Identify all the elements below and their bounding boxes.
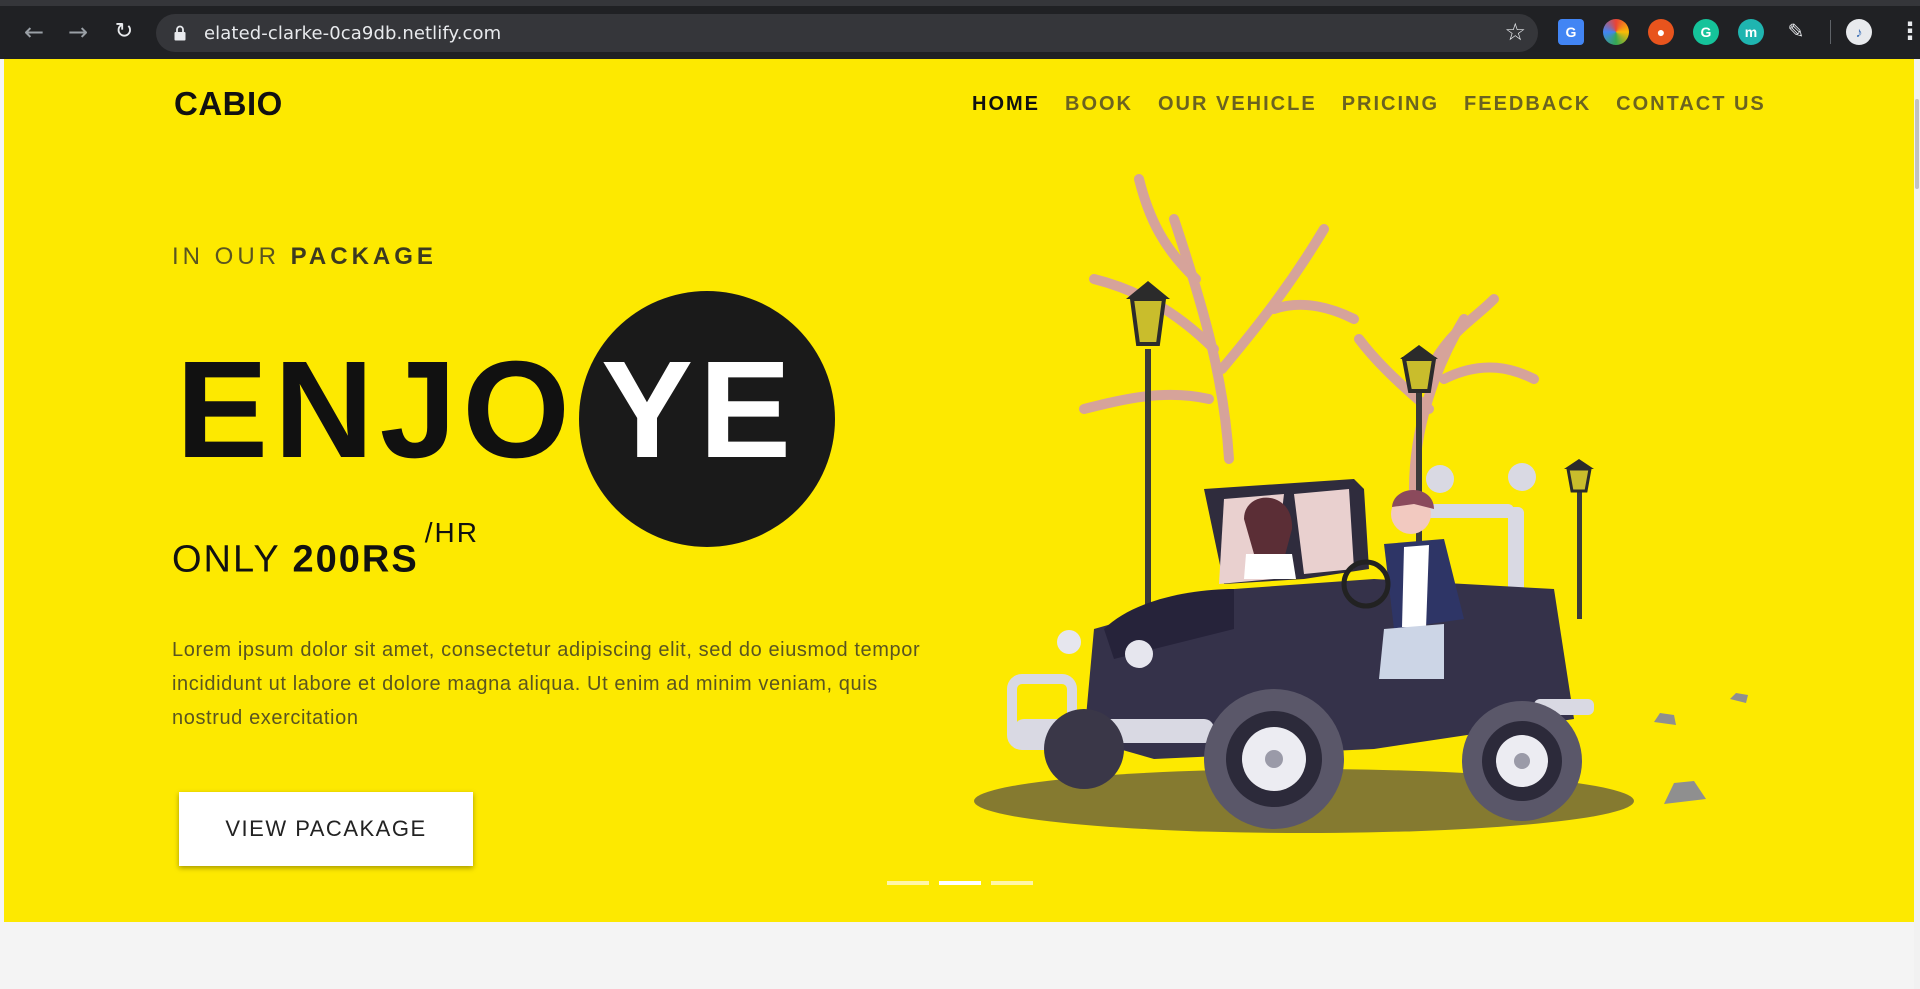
colorpicker-extension-icon[interactable] — [1603, 19, 1629, 45]
headline-circle-text: YE — [601, 333, 798, 487]
slider-dot[interactable] — [991, 881, 1033, 885]
next-section — [4, 922, 1914, 989]
hero-description: Lorem ipsum dolor sit amet, consectetur … — [172, 639, 921, 729]
eyebrow-prefix: IN OUR — [172, 243, 291, 270]
main-nav: HOME BOOK OUR VEHICLE PRICING FEEDBACK C… — [972, 93, 1766, 116]
nav-item-book[interactable]: BOOK — [1065, 93, 1133, 116]
grammarly-icon[interactable]: G — [1693, 19, 1719, 45]
eyebrow-strong: PACKAGE — [290, 243, 437, 270]
nav-item-our-vehicle[interactable]: OUR VEHICLE — [1158, 93, 1317, 116]
jeep-illustration — [974, 174, 1748, 833]
url-text[interactable]: elated-clarke-0ca9db.netlify.com — [204, 23, 501, 44]
reload-icon[interactable]: ↻ — [108, 16, 140, 48]
extension-icon[interactable]: ● — [1648, 19, 1674, 45]
hero-eyebrow: IN OUR PACKAGE — [172, 243, 437, 271]
slider-dot[interactable] — [887, 881, 929, 885]
rock — [1664, 781, 1706, 804]
pen-icon[interactable]: ✎ — [1783, 19, 1809, 45]
slider-dot-active[interactable] — [939, 881, 981, 885]
lock-icon — [174, 25, 186, 41]
price-value: 200RS — [292, 538, 419, 581]
menu-icon[interactable]: ⋮ — [1898, 16, 1920, 46]
nav-item-home[interactable]: HOME — [972, 93, 1040, 116]
slider-dots — [887, 881, 1033, 885]
headline-circle: YE — [579, 291, 835, 547]
page-scrollbar[interactable] — [1914, 59, 1920, 989]
rock — [1654, 713, 1676, 725]
extension-m-label: m — [1744, 24, 1758, 40]
nav-item-feedback[interactable]: FEEDBACK — [1464, 93, 1591, 116]
star-icon[interactable]: ☆ — [1504, 18, 1526, 46]
forward-icon[interactable]: → — [62, 16, 94, 48]
nav-item-pricing[interactable]: PRICING — [1342, 93, 1439, 116]
price-unit: /HR — [424, 517, 479, 548]
price-prefix: ONLY — [172, 538, 293, 581]
toolbar-divider — [1830, 20, 1831, 44]
hero-headline: ENJO — [176, 333, 576, 487]
back-icon[interactable]: ← — [18, 16, 50, 48]
nav-item-contact-us[interactable]: CONTACT US — [1616, 93, 1766, 116]
profile-avatar[interactable]: ♪ — [1846, 19, 1872, 45]
hero-section: CABIO HOME BOOK OUR VEHICLE PRICING FEED… — [4, 59, 1914, 922]
hero-price: ONLY 200RS/HR — [172, 517, 479, 582]
rock — [1730, 693, 1748, 703]
tab-strip — [0, 0, 1920, 6]
google-translate-icon[interactable]: G — [1558, 19, 1584, 45]
view-package-button[interactable]: VIEW PACAKAGE — [179, 792, 473, 866]
browser-toolbar: ← → ↻ elated-clarke-0ca9db.netlify.com ☆… — [0, 0, 1920, 59]
scrollbar-thumb[interactable] — [1915, 99, 1919, 189]
extension-m-icon[interactable]: m — [1738, 19, 1764, 45]
brand-logo[interactable]: CABIO — [174, 85, 283, 123]
address-bar[interactable]: elated-clarke-0ca9db.netlify.com ☆ — [156, 14, 1538, 52]
